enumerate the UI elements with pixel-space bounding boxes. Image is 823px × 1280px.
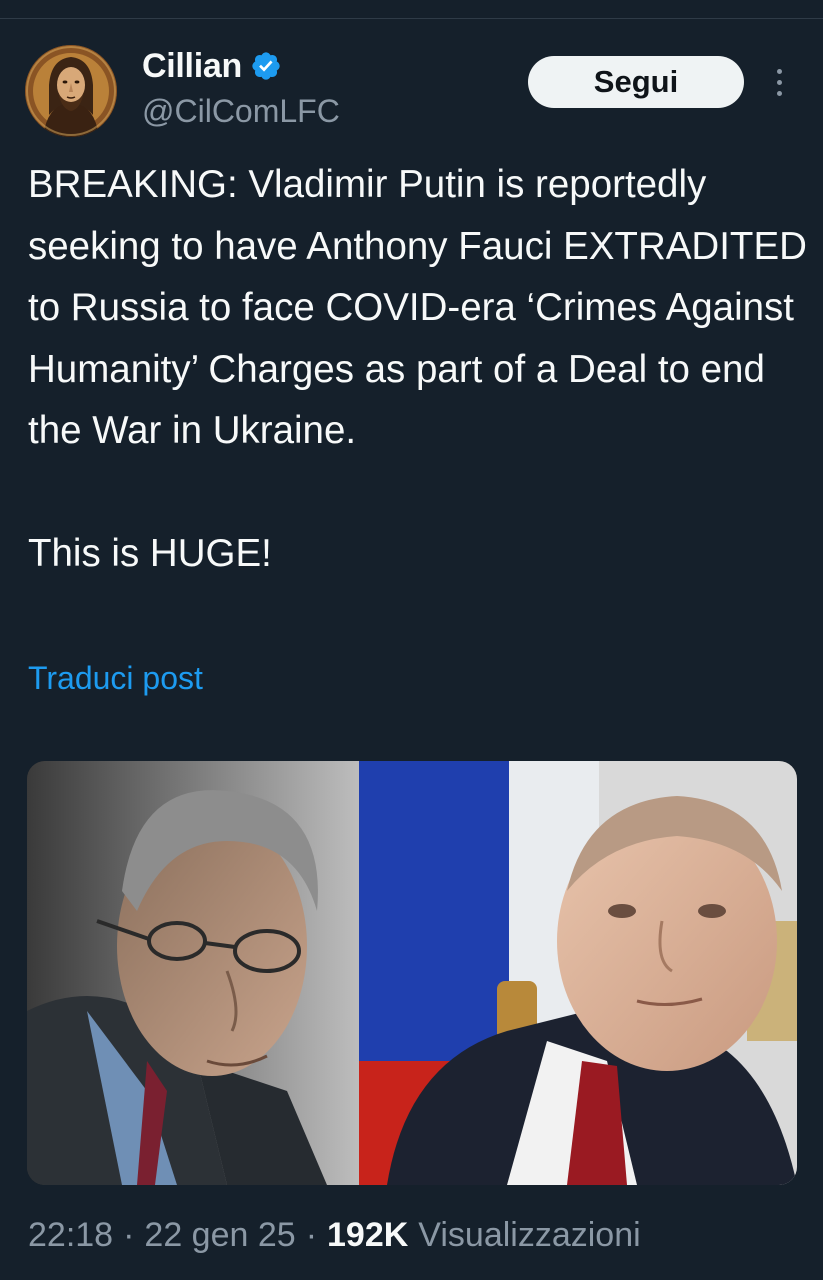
post-media[interactable]: [27, 761, 797, 1185]
post-date[interactable]: 22 gen 25: [144, 1216, 295, 1255]
more-dot: [776, 68, 782, 74]
post-text: BREAKING: Vladimir Putin is reportedly s…: [28, 163, 807, 575]
post-time[interactable]: 22:18: [28, 1216, 113, 1255]
avatar-image: [25, 45, 117, 137]
more-options-icon[interactable]: [764, 62, 794, 102]
views-count: 192K: [327, 1216, 409, 1254]
name-row: Cillian: [142, 44, 282, 88]
meta-separator: ·: [123, 1216, 135, 1254]
post-header: Cillian @CilComLFC Segui: [0, 0, 823, 140]
avatar[interactable]: [25, 45, 117, 137]
more-dot: [776, 79, 782, 85]
meta-separator: ·: [305, 1216, 318, 1254]
author-handle[interactable]: @CilComLFC: [142, 93, 340, 130]
verified-badge-icon: [252, 52, 280, 80]
more-dot: [776, 90, 782, 96]
post-image: [27, 761, 797, 1185]
display-name[interactable]: Cillian: [142, 47, 242, 86]
views-label[interactable]: Visualizzazioni: [418, 1216, 640, 1255]
post-meta: 22:18 · 22 gen 25 · 192K Visualizzazioni: [28, 1216, 641, 1255]
translate-post-link[interactable]: Traduci post: [28, 660, 203, 697]
follow-button[interactable]: Segui: [528, 56, 744, 108]
